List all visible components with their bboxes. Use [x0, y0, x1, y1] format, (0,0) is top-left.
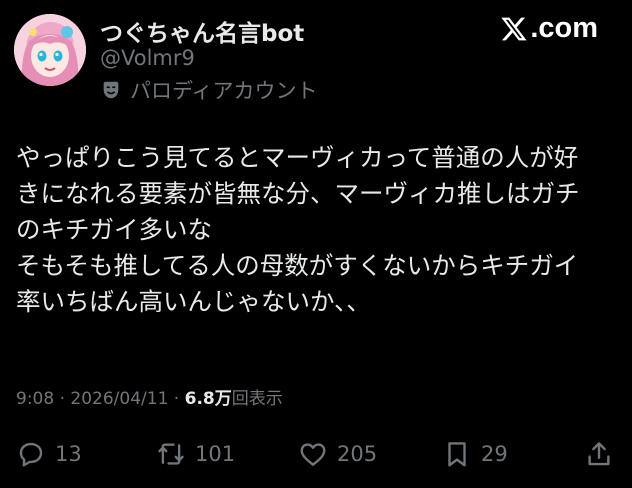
views-count: 6.8万 [184, 389, 232, 409]
avatar[interactable] [14, 14, 86, 86]
tweet-line: やっぱりこう見てるとマーヴィカって普通の人が好 [16, 143, 579, 172]
views-label: 回表示 [231, 389, 283, 409]
bookmark-count: 29 [481, 442, 508, 466]
like-count: 205 [337, 442, 378, 466]
retweet-button[interactable]: 101 [156, 432, 235, 476]
theater-mask-icon [103, 81, 119, 99]
meta-separator: · [54, 389, 71, 409]
like-button[interactable]: 205 [298, 432, 377, 476]
parody-account-badge: パロディアカウント [100, 75, 318, 105]
retweet-icon [158, 443, 184, 465]
tweet-line: のキチガイ多いな [16, 215, 212, 244]
brand-text: .com [530, 12, 598, 44]
share-button[interactable] [584, 432, 614, 476]
display-name[interactable]: つぐちゃん名言bot [100, 14, 304, 48]
reply-icon [19, 442, 43, 467]
heart-icon [300, 443, 326, 466]
parody-label: パロディアカウント [130, 79, 318, 103]
action-bar: 13 101 205 29 [0, 432, 632, 476]
tweet-time[interactable]: 9:08 [16, 389, 54, 409]
brand-watermark: .com [500, 12, 598, 45]
tweet-card: つぐちゃん名言bot @Volmr9 パロディアカウント .com やっぱりこう… [0, 0, 632, 488]
share-icon [588, 442, 610, 466]
user-handle[interactable]: @Volmr9 [100, 46, 195, 70]
tweet-meta: 9:08 · 2026/04/11 · 6.8万 回表示 [16, 384, 283, 409]
bookmark-button[interactable]: 29 [442, 432, 508, 476]
reply-button[interactable]: 13 [16, 432, 82, 476]
bookmark-icon [448, 442, 466, 467]
tweet-line: そもそも推してる人の母数がすくないからキチガイ [16, 251, 579, 280]
meta-separator: · [168, 389, 185, 409]
tweet-date[interactable]: 2026/04/11 [70, 389, 168, 409]
x-logo-icon [501, 17, 527, 40]
tweet-text: やっぱりこう見てるとマーヴィカって普通の人が好 きになれる要素が皆無な分、マーヴ… [16, 140, 620, 320]
tweet-line: きになれる要素が皆無な分、マーヴィカ推しはガチ [16, 179, 580, 208]
tweet-line: 率いちばん高いんじゃないか、、 [16, 287, 371, 316]
retweet-count: 101 [195, 442, 236, 466]
reply-count: 13 [55, 442, 82, 466]
anime-girl-avatar-icon [14, 14, 86, 86]
